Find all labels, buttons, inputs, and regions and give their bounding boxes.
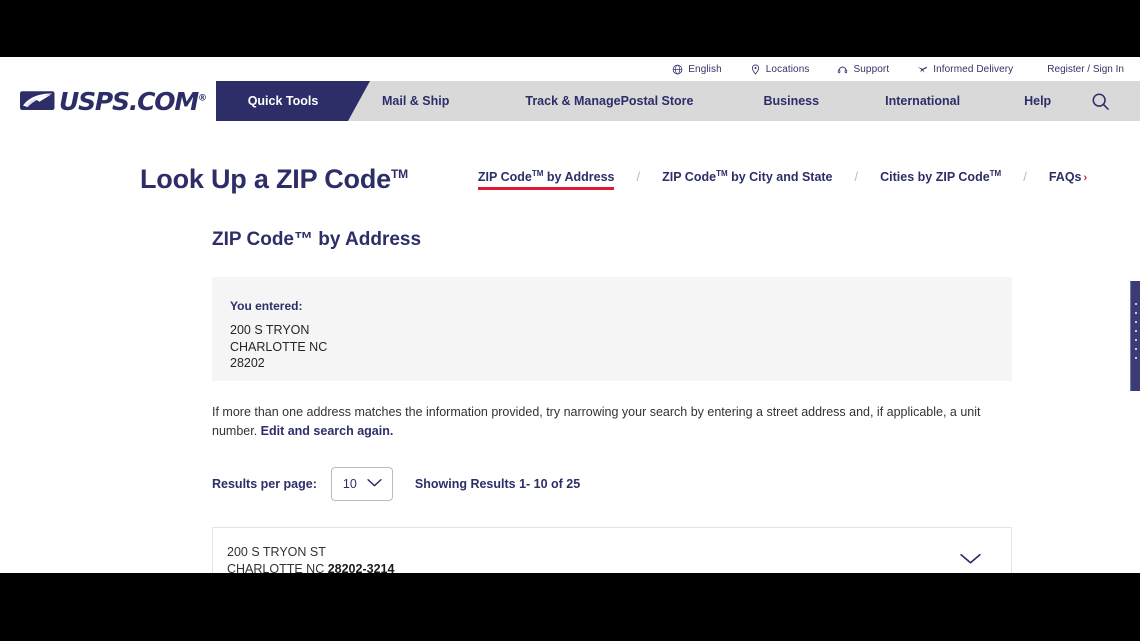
tab-label-b: by City and State bbox=[727, 170, 833, 184]
edit-and-search-again-link[interactable]: Edit and search again. bbox=[261, 424, 394, 438]
nav-item-postal-store[interactable]: Postal Store bbox=[621, 94, 694, 108]
utility-bar: English Locations Support Informed Deliv… bbox=[0, 57, 1140, 81]
logo-registered-mark: ® bbox=[198, 93, 207, 104]
nav-item-international[interactable]: International bbox=[885, 94, 960, 108]
utility-item-support[interactable]: Support bbox=[837, 64, 889, 75]
page-title-text: Look Up a ZIP Code bbox=[140, 164, 391, 194]
hero-tab-list: ZIP CodeTM by Address / ZIP CodeTM by Ci… bbox=[477, 168, 1087, 193]
usps-eagle-icon bbox=[20, 89, 56, 113]
utility-item-label: English bbox=[688, 63, 722, 75]
result-zip: 28202-3214 bbox=[327, 561, 395, 574]
nav-tab-label: Quick Tools bbox=[247, 94, 319, 108]
nav-item-business[interactable]: Business bbox=[764, 94, 820, 108]
results-per-page-label: Results per page: bbox=[212, 477, 317, 491]
utility-item-english[interactable]: English bbox=[672, 64, 722, 75]
nav-items: Mail & Ship Track & Manage Postal Store … bbox=[348, 81, 1140, 121]
entered-address-line-1: 200 S TRYON bbox=[230, 323, 310, 337]
globe-icon bbox=[672, 64, 683, 75]
result-city-zip: CHARLOTTE NC 28202-3214 bbox=[227, 561, 394, 574]
headset-icon bbox=[837, 64, 848, 75]
search-hint-text: If more than one address matches the inf… bbox=[212, 403, 987, 441]
chevron-down-icon bbox=[366, 475, 383, 493]
eagle-icon bbox=[917, 64, 928, 75]
search-icon[interactable] bbox=[1091, 92, 1110, 111]
tab-zip-by-address[interactable]: ZIP CodeTM by Address bbox=[477, 168, 615, 190]
results-per-page-value: 10 bbox=[342, 477, 357, 491]
you-entered-panel: You entered: 200 S TRYON CHARLOTTE NC 28… bbox=[212, 277, 1012, 381]
results-controls: Results per page: 10 Showing Results 1- … bbox=[212, 467, 1012, 501]
feedback-tab-dots bbox=[1135, 303, 1137, 366]
hero-section: Look Up a ZIP CodeTM ZIP CodeTM by Addre… bbox=[0, 121, 1140, 193]
logo-container: USPS.COM® bbox=[0, 81, 216, 121]
you-entered-label: You entered: bbox=[230, 299, 303, 313]
feedback-tab[interactable] bbox=[1130, 281, 1140, 391]
page-title: Look Up a ZIP CodeTM bbox=[140, 166, 408, 193]
letterbox-bottom bbox=[0, 573, 1140, 641]
entered-address-line-3: 28202 bbox=[230, 356, 265, 370]
results-list: 200 S TRYON ST CHARLOTTE NC 28202-3214 B… bbox=[212, 527, 1012, 573]
tab-label-b: by Address bbox=[543, 170, 615, 184]
nav-item-mail-ship[interactable]: Mail & Ship bbox=[382, 94, 449, 108]
logo-text: USPS.COM bbox=[59, 86, 199, 116]
main-content: ZIP Code™ by Address You entered: 200 S … bbox=[212, 229, 1012, 573]
screen: English Locations Support Informed Deliv… bbox=[0, 0, 1140, 641]
utility-item-label: Informed Delivery bbox=[933, 63, 1014, 75]
section-title: ZIP Code™ by Address bbox=[212, 229, 422, 250]
results-per-page-select[interactable]: 10 bbox=[330, 467, 393, 501]
map-pin-icon bbox=[750, 64, 761, 75]
tab-separator: / bbox=[854, 169, 859, 184]
utility-item-label: Support bbox=[853, 63, 890, 75]
entered-address-line-2: CHARLOTTE NC bbox=[230, 339, 328, 354]
showing-results-text: Showing Results 1- 10 of 25 bbox=[414, 477, 581, 491]
register-signin-link[interactable]: Register / Sign In bbox=[1047, 64, 1124, 75]
tab-label-a: ZIP Code bbox=[477, 170, 532, 184]
nav-item-track-manage[interactable]: Track & Manage bbox=[525, 94, 620, 108]
utility-item-locations[interactable]: Locations bbox=[750, 64, 810, 75]
nav-tab-quick-tools[interactable]: Quick Tools bbox=[216, 81, 348, 121]
letterbox-top bbox=[0, 0, 1140, 57]
table-row[interactable]: 200 S TRYON ST CHARLOTTE NC 28202-3214 bbox=[213, 528, 1011, 573]
chevron-right-icon: › bbox=[1083, 172, 1088, 184]
tab-separator: / bbox=[1023, 169, 1027, 184]
result-street: 200 S TRYON ST bbox=[227, 545, 326, 559]
tab-label-a: Cities by ZIP Code bbox=[880, 170, 990, 184]
result-city-state: CHARLOTTE NC bbox=[227, 561, 328, 574]
tab-separator: / bbox=[636, 169, 641, 184]
tab-tm: TM bbox=[716, 168, 728, 178]
tab-faqs[interactable]: FAQs › bbox=[1049, 170, 1087, 190]
tab-faqs-label: FAQs bbox=[1048, 170, 1082, 184]
nav-item-help[interactable]: Help bbox=[1024, 94, 1051, 108]
chevron-down-icon[interactable] bbox=[958, 551, 983, 571]
usps-logo[interactable]: USPS.COM® bbox=[20, 86, 207, 116]
utility-item-informed-delivery[interactable]: Informed Delivery bbox=[917, 64, 1013, 75]
tab-zip-by-city-state[interactable]: ZIP CodeTM by City and State bbox=[662, 168, 833, 190]
tab-tm: TM bbox=[989, 168, 1002, 178]
tab-tm: TM bbox=[531, 168, 544, 178]
usps-page: English Locations Support Informed Deliv… bbox=[0, 57, 1140, 573]
tab-cities-by-zip[interactable]: Cities by ZIP CodeTM bbox=[880, 168, 1002, 190]
result-address: 200 S TRYON ST CHARLOTTE NC 28202-3214 bbox=[227, 544, 394, 573]
tab-label-a: ZIP Code bbox=[662, 170, 717, 184]
utility-item-label: Locations bbox=[765, 63, 810, 75]
page-title-tm: TM bbox=[390, 167, 408, 181]
main-navigation: USPS.COM® Quick Tools Mail & Ship Track … bbox=[0, 81, 1140, 121]
